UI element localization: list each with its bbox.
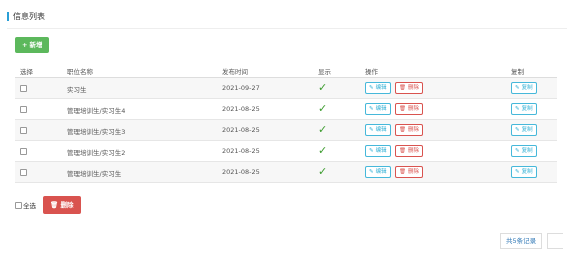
trash-icon: 🗑	[50, 201, 61, 209]
trash-icon: 🗑	[399, 127, 406, 133]
delete-button[interactable]: 🗑 删除	[395, 145, 423, 157]
select-all[interactable]: 全选	[15, 197, 36, 213]
copy-label: 复制	[521, 148, 533, 154]
pencil-icon: ✎	[515, 106, 520, 112]
publish-date: 2021-09-27	[222, 84, 260, 92]
row-checkbox[interactable]	[20, 85, 27, 92]
edit-label: 编辑	[375, 148, 387, 154]
column-header-name: 职位名称	[67, 68, 93, 76]
total-records: 共5条记录	[500, 233, 543, 249]
panel-title: 信息列表	[13, 12, 45, 21]
copy-button[interactable]: ✎ 复制	[511, 82, 537, 94]
edit-label: 编辑	[375, 127, 387, 133]
trash-icon: 🗑	[399, 169, 406, 175]
add-button-label: 新增	[29, 41, 43, 49]
trash-icon: 🗑	[399, 85, 406, 91]
edit-button[interactable]: ✎ 编辑	[365, 145, 391, 157]
delete-button[interactable]: 🗑 删除	[395, 124, 423, 136]
delete-button[interactable]: 🗑 删除	[395, 82, 423, 94]
pencil-icon: ✎	[515, 148, 520, 154]
select-all-checkbox[interactable]	[15, 201, 22, 209]
publish-date: 2021-08-25	[222, 168, 260, 176]
trash-icon: 🗑	[399, 148, 406, 154]
edit-label: 编辑	[375, 85, 387, 91]
pencil-icon: ✎	[515, 169, 520, 175]
copy-label: 复制	[521, 106, 533, 112]
edit-button[interactable]: ✎ 编辑	[365, 82, 391, 94]
pencil-icon: ✎	[515, 127, 520, 133]
job-title: 管理培训生/实习生2	[67, 149, 126, 157]
delete-label: 删除	[407, 169, 419, 175]
pencil-icon: ✎	[369, 85, 374, 91]
panel-header: 信息列表	[7, 9, 567, 29]
table-header: 选择 职位名称 发布时间 显示 操作 复制	[15, 62, 557, 78]
info-table: 选择 职位名称 发布时间 显示 操作 复制 实习生 2021-09-27 ✓ ✎ 编辑 🗑…	[15, 62, 557, 183]
job-title: 管理培训生/实习生	[67, 170, 122, 178]
job-title: 实习生	[67, 86, 87, 94]
row-checkbox[interactable]	[20, 169, 27, 176]
column-header-display: 显示	[318, 68, 331, 76]
column-header-date: 发布时间	[222, 68, 248, 76]
table-row: 管理培训生/实习生2 2021-08-25 ✓ ✎ 编辑 🗑 删除 ✎ 复制	[15, 141, 557, 162]
copy-label: 复制	[521, 127, 533, 133]
plus-icon: +	[22, 41, 28, 49]
row-checkbox[interactable]	[20, 148, 27, 155]
table-row: 管理培训生/实习生3 2021-08-25 ✓ ✎ 编辑 🗑 删除 ✎ 复制	[15, 120, 557, 141]
column-header-actions: 操作	[365, 68, 378, 76]
pencil-icon: ✎	[369, 148, 374, 154]
header-accent-bar	[7, 12, 9, 21]
job-title: 管理培训生/实习生4	[67, 107, 126, 115]
table-row: 管理培训生/实习生 2021-08-25 ✓ ✎ 编辑 🗑 删除 ✎ 复制	[15, 162, 557, 183]
trash-icon: 🗑	[399, 106, 406, 112]
table-body: 实习生 2021-09-27 ✓ ✎ 编辑 🗑 删除 ✎ 复制 管理培训生/实习生4 2021-08…	[15, 78, 557, 183]
bulk-delete-button[interactable]: 🗑 删除	[43, 196, 81, 214]
pencil-icon: ✎	[369, 169, 374, 175]
row-checkbox[interactable]	[20, 106, 27, 113]
check-icon: ✓	[318, 123, 328, 136]
check-icon: ✓	[318, 165, 328, 178]
table-row: 管理培训生/实习生4 2021-08-25 ✓ ✎ 编辑 🗑 删除 ✎ 复制	[15, 99, 557, 120]
edit-label: 编辑	[375, 169, 387, 175]
check-icon: ✓	[318, 81, 328, 94]
publish-date: 2021-08-25	[222, 126, 260, 134]
row-checkbox[interactable]	[20, 127, 27, 134]
delete-label: 删除	[407, 85, 419, 91]
pencil-icon: ✎	[369, 127, 374, 133]
check-icon: ✓	[318, 144, 328, 157]
check-icon: ✓	[318, 102, 328, 115]
edit-button[interactable]: ✎ 编辑	[365, 166, 391, 178]
edit-label: 编辑	[375, 106, 387, 112]
column-header-select: 选择	[20, 68, 33, 76]
publish-date: 2021-08-25	[222, 105, 260, 113]
copy-label: 复制	[521, 85, 533, 91]
pencil-icon: ✎	[369, 106, 374, 112]
add-button[interactable]: + 新增	[15, 37, 50, 53]
delete-label: 删除	[407, 127, 419, 133]
job-title: 管理培训生/实习生3	[67, 128, 126, 136]
copy-button[interactable]: ✎ 复制	[511, 124, 537, 136]
column-header-copy: 复制	[511, 68, 524, 76]
select-all-label: 全选	[23, 202, 36, 210]
copy-button[interactable]: ✎ 复制	[511, 145, 537, 157]
copy-button[interactable]: ✎ 复制	[511, 166, 537, 178]
pencil-icon: ✎	[515, 85, 520, 91]
pagination-box[interactable]	[547, 233, 563, 249]
bulk-delete-label: 删除	[60, 201, 74, 209]
table-row: 实习生 2021-09-27 ✓ ✎ 编辑 🗑 删除 ✎ 复制	[15, 78, 557, 99]
delete-button[interactable]: 🗑 删除	[395, 103, 423, 115]
edit-button[interactable]: ✎ 编辑	[365, 124, 391, 136]
delete-button[interactable]: 🗑 删除	[395, 166, 423, 178]
copy-label: 复制	[521, 169, 533, 175]
edit-button[interactable]: ✎ 编辑	[365, 103, 391, 115]
publish-date: 2021-08-25	[222, 147, 260, 155]
delete-label: 删除	[407, 148, 419, 154]
delete-label: 删除	[407, 106, 419, 112]
copy-button[interactable]: ✎ 复制	[511, 103, 537, 115]
